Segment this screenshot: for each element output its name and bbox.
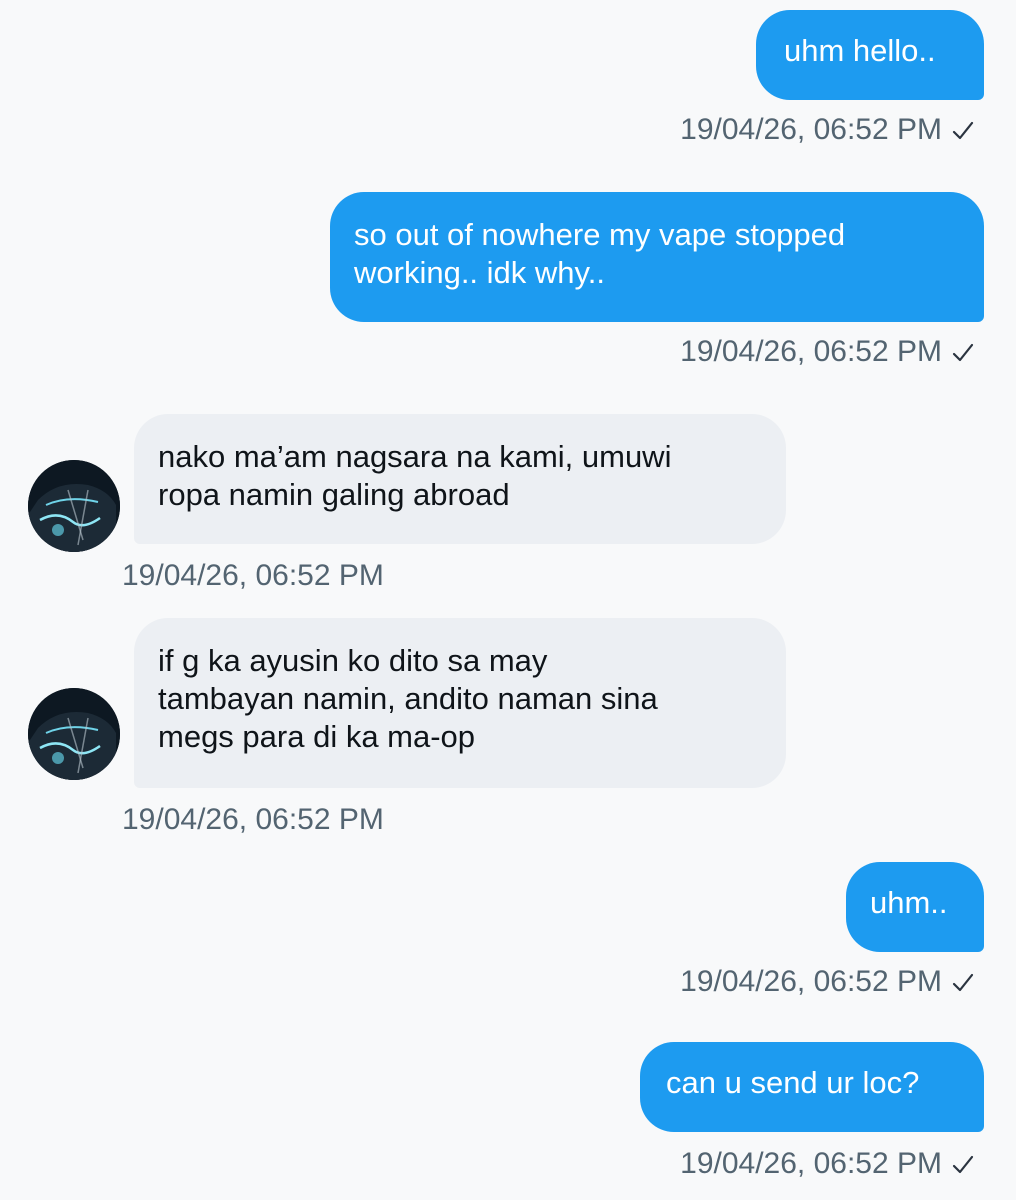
timestamp-text: 19/04/26, 06:52 PM (680, 1147, 942, 1180)
timestamp-text: 19/04/26, 06:52 PM (680, 965, 942, 998)
message-timestamp: 19/04/26, 06:52 PM (122, 802, 384, 838)
timestamp-text: 19/04/26, 06:52 PM (680, 335, 942, 368)
timestamp-text: 19/04/26, 06:52 PM (122, 803, 384, 836)
message-timestamp: 19/04/26, 06:52 PM (680, 1146, 974, 1182)
contact-avatar[interactable] (28, 688, 120, 780)
message-timestamp: 19/04/26, 06:52 PM (680, 112, 974, 148)
check-icon (952, 973, 974, 992)
outgoing-message[interactable]: uhm hello.. (756, 10, 984, 100)
outgoing-message[interactable]: uhm.. (846, 862, 984, 952)
message-timestamp: 19/04/26, 06:52 PM (680, 334, 974, 370)
chat-thread: uhm hello.. 19/04/26, 06:52 PM so out of… (0, 0, 1016, 1200)
avatar-image (28, 460, 120, 552)
message-timestamp: 19/04/26, 06:52 PM (122, 558, 384, 594)
contact-avatar[interactable] (28, 460, 120, 552)
outgoing-message[interactable]: can u send ur loc? (640, 1042, 984, 1132)
incoming-message[interactable]: if g ka ayusin ko dito sa may tambayan n… (134, 618, 786, 788)
check-icon (952, 343, 974, 362)
avatar-image (28, 688, 120, 780)
check-icon (952, 1155, 974, 1174)
incoming-message[interactable]: nako ma’am nagsara na kami, umuwi ropa n… (134, 414, 786, 544)
message-timestamp: 19/04/26, 06:52 PM (680, 964, 974, 1000)
timestamp-text: 19/04/26, 06:52 PM (680, 113, 942, 146)
outgoing-message[interactable]: so out of nowhere my vape stopped workin… (330, 192, 984, 322)
check-icon (952, 121, 974, 140)
timestamp-text: 19/04/26, 06:52 PM (122, 559, 384, 592)
